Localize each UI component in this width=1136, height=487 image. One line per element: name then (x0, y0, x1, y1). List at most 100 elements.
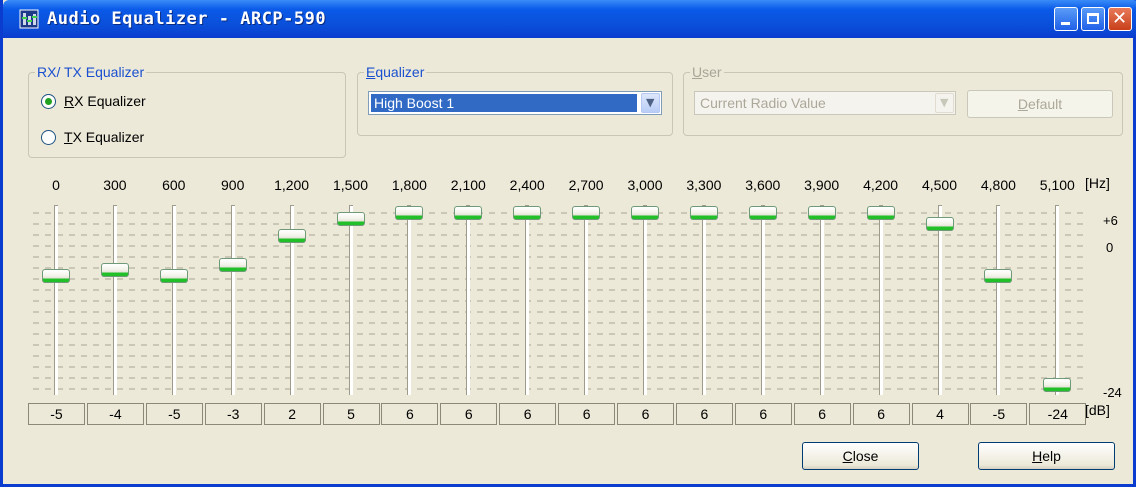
band-slider-track[interactable] (171, 205, 176, 395)
band-slider-thumb[interactable] (336, 211, 365, 226)
band-value-box: -3 (204, 403, 262, 425)
band-frequency-label: 2,700 (568, 177, 604, 193)
band-frequency-label: 1,200 (274, 177, 310, 193)
band-value-box: -5 (970, 403, 1028, 425)
tx-equalizer-label[interactable]: TX Equalizer (64, 129, 144, 145)
band-frequency-label: 0 (52, 177, 60, 193)
band-value-box: 2 (263, 403, 321, 425)
band-slider-thumb[interactable] (1043, 378, 1072, 392)
equalizer-app-icon (19, 9, 39, 29)
band-slider-thumb[interactable] (748, 206, 777, 220)
band-frequency-label: 5,100 (1039, 177, 1075, 193)
band-slider-track[interactable] (407, 205, 412, 395)
equalizer-preset-value: High Boost 1 (371, 94, 637, 112)
rx-equalizer-radio[interactable] (41, 94, 56, 109)
band-slider-thumb[interactable] (159, 269, 188, 284)
band-frequency-label: 900 (221, 177, 245, 193)
band-slider-thumb[interactable] (454, 206, 483, 220)
rxtx-equalizer-group: RX/ TX Equalizer RX Equalizer TX Equaliz… (28, 64, 346, 158)
band-slider-track[interactable] (937, 205, 942, 395)
band-slider-track[interactable] (54, 205, 58, 395)
band-value-box: -5 (145, 403, 203, 425)
band-value-box: 6 (734, 403, 792, 425)
band-slider-thumb[interactable] (513, 206, 542, 220)
band-slider-track[interactable] (760, 205, 765, 395)
plus6-db-label: +6 (1103, 213, 1118, 228)
band-slider-track[interactable] (112, 205, 117, 395)
maximize-button[interactable] (1081, 7, 1105, 31)
band-slider-track[interactable] (878, 205, 883, 395)
band-value-box: -4 (86, 403, 144, 425)
band-value-box: 6 (617, 403, 674, 425)
title-bar[interactable]: Audio Equalizer - ARCP-590 ✕ (3, 0, 1136, 38)
band-value-box: 6 (440, 403, 498, 425)
band-slider-thumb[interactable] (277, 228, 306, 243)
band-value-box: -24 (1029, 403, 1087, 425)
tx-equalizer-radio[interactable] (41, 130, 56, 145)
band-value-box: -5 (28, 403, 85, 425)
user-preset-value: Current Radio Value (700, 95, 826, 111)
chevron-down-icon: ▼ (940, 96, 949, 109)
band-value-box: 6 (381, 403, 439, 425)
band-slider-thumb[interactable] (100, 263, 129, 278)
rxtx-group-label: RX/ TX Equalizer (35, 64, 147, 80)
band-value-box: 5 (322, 403, 380, 425)
band-slider-track[interactable] (584, 205, 589, 395)
default-button[interactable]: Default (967, 90, 1113, 118)
band-frequency-label: 4,800 (980, 177, 1016, 193)
band-frequency-label: 300 (103, 177, 127, 193)
close-window-button[interactable]: ✕ (1108, 7, 1132, 31)
radio-selected-dot (45, 98, 52, 105)
user-preset-select[interactable]: Current Radio Value ▼ (694, 91, 956, 115)
user-preset-group: User Current Radio Value ▼ Default (683, 64, 1123, 136)
equalizer-group-label: Equalizer (364, 64, 427, 80)
help-button[interactable]: Help (978, 442, 1115, 470)
band-frequency-label: 4,200 (863, 177, 899, 193)
band-slider-thumb[interactable] (925, 217, 954, 232)
band-value-box: 6 (852, 403, 910, 425)
close-button[interactable]: Close (802, 442, 919, 470)
chevron-down-icon: ▼ (646, 96, 655, 109)
equalizer-preset-select[interactable]: High Boost 1 ▼ (368, 91, 662, 115)
band-frequency-label: 2,100 (450, 177, 486, 193)
band-value-box: 6 (558, 403, 616, 425)
db-unit-label: [dB] (1085, 402, 1110, 418)
dropdown-button[interactable]: ▼ (641, 93, 660, 113)
hz-unit-label: [Hz] (1085, 175, 1110, 191)
band-slider-track[interactable] (466, 205, 471, 395)
user-group-label: User (690, 64, 724, 80)
band-frequency-label: 1,500 (332, 177, 369, 193)
band-slider-thumb[interactable] (689, 206, 718, 220)
band-slider-track[interactable] (819, 205, 824, 395)
band-slider-thumb[interactable] (866, 206, 895, 220)
band-slider-thumb[interactable] (984, 269, 1013, 284)
band-slider-thumb[interactable] (218, 257, 247, 272)
band-frequency-label: 3,600 (745, 177, 781, 193)
band-value-box: 6 (675, 403, 733, 425)
minimize-button[interactable] (1054, 7, 1078, 31)
band-slider-thumb[interactable] (807, 206, 836, 220)
band-slider-track[interactable] (1055, 205, 1060, 395)
band-frequency-label: 3,000 (627, 177, 663, 193)
close-icon: ✕ (1112, 8, 1128, 29)
band-value-box: 4 (911, 403, 969, 425)
band-slider-thumb[interactable] (631, 206, 659, 220)
band-frequency-label: 1,800 (391, 177, 427, 193)
window-title: Audio Equalizer - ARCP-590 (47, 9, 327, 29)
band-slider-track[interactable] (643, 205, 647, 395)
band-slider-track[interactable] (230, 205, 235, 395)
band-slider-thumb[interactable] (572, 206, 601, 220)
zero-db-label: 0 (1106, 240, 1114, 255)
minimize-icon (1061, 22, 1070, 25)
rx-equalizer-label[interactable]: RX Equalizer (64, 93, 146, 109)
band-slider-track[interactable] (525, 205, 530, 395)
band-slider-track[interactable] (996, 205, 1001, 395)
band-frequency-label: 2,400 (509, 177, 545, 193)
band-value-box: 6 (499, 403, 557, 425)
band-frequency-label: 600 (162, 177, 186, 193)
band-slider-thumb[interactable] (395, 206, 424, 220)
dropdown-button[interactable]: ▼ (935, 93, 954, 113)
band-slider-track[interactable] (701, 205, 706, 395)
band-slider-thumb[interactable] (42, 269, 70, 284)
band-slider-track[interactable] (348, 205, 353, 395)
